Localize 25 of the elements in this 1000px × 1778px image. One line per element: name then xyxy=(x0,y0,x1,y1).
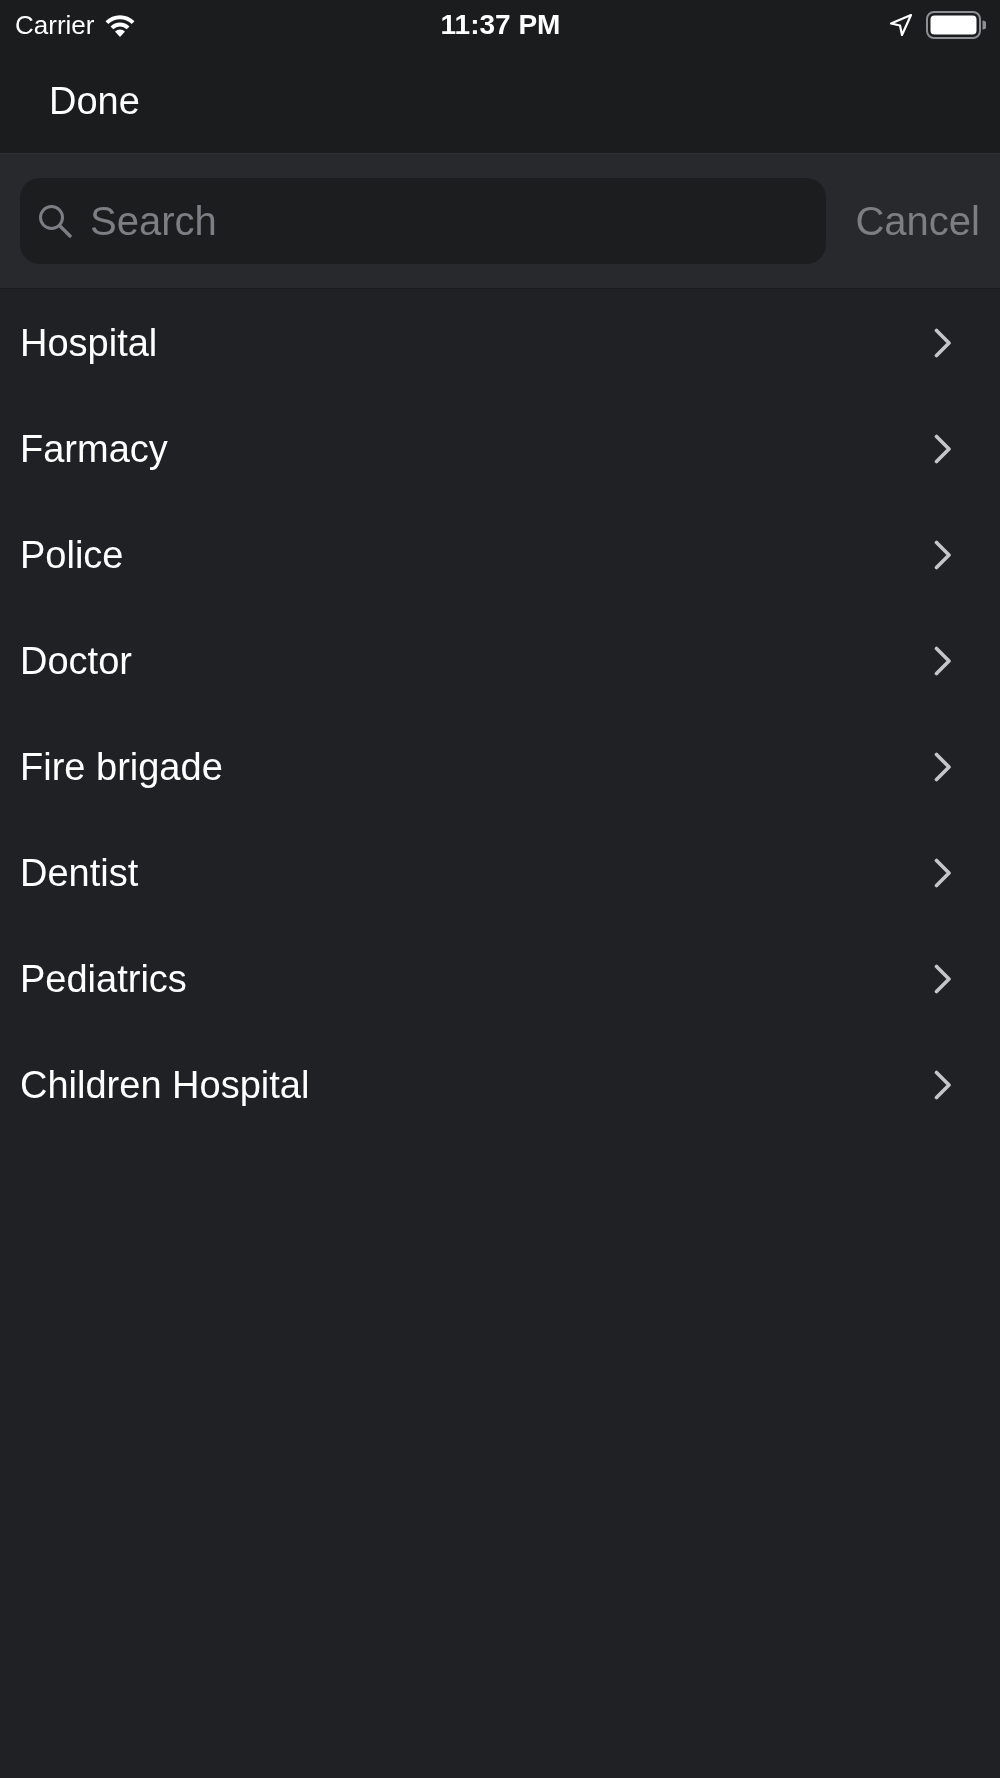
list-row[interactable]: Dentist xyxy=(0,820,1000,926)
list-row[interactable]: Pediatrics xyxy=(0,926,1000,1032)
search-field[interactable]: Search xyxy=(20,178,827,264)
chevron-right-icon xyxy=(934,328,952,358)
battery-icon xyxy=(926,11,986,39)
chevron-right-icon xyxy=(934,434,952,464)
chevron-right-icon xyxy=(934,858,952,888)
clock-time: 11:37 PM xyxy=(440,9,561,41)
list-row[interactable]: Children Hospital xyxy=(0,1032,1000,1138)
chevron-right-icon xyxy=(934,540,952,570)
list-row[interactable]: Farmacy xyxy=(0,396,1000,502)
list-row[interactable]: Hospital xyxy=(0,290,1000,396)
carrier-name: Carrier xyxy=(15,9,95,41)
cancel-button[interactable]: Cancel xyxy=(855,198,980,244)
list-row[interactable]: Fire brigade xyxy=(0,714,1000,820)
chevron-right-icon xyxy=(934,964,952,994)
location-arrow-icon xyxy=(890,14,912,36)
chevron-right-icon xyxy=(934,752,952,782)
list-row[interactable]: Doctor xyxy=(0,608,1000,714)
wifi-icon xyxy=(104,13,137,37)
search-icon xyxy=(38,204,72,238)
done-button[interactable]: Done xyxy=(49,80,140,123)
list-row[interactable]: Police xyxy=(0,502,1000,608)
chevron-right-icon xyxy=(934,1070,952,1100)
chevron-right-icon xyxy=(934,646,952,676)
